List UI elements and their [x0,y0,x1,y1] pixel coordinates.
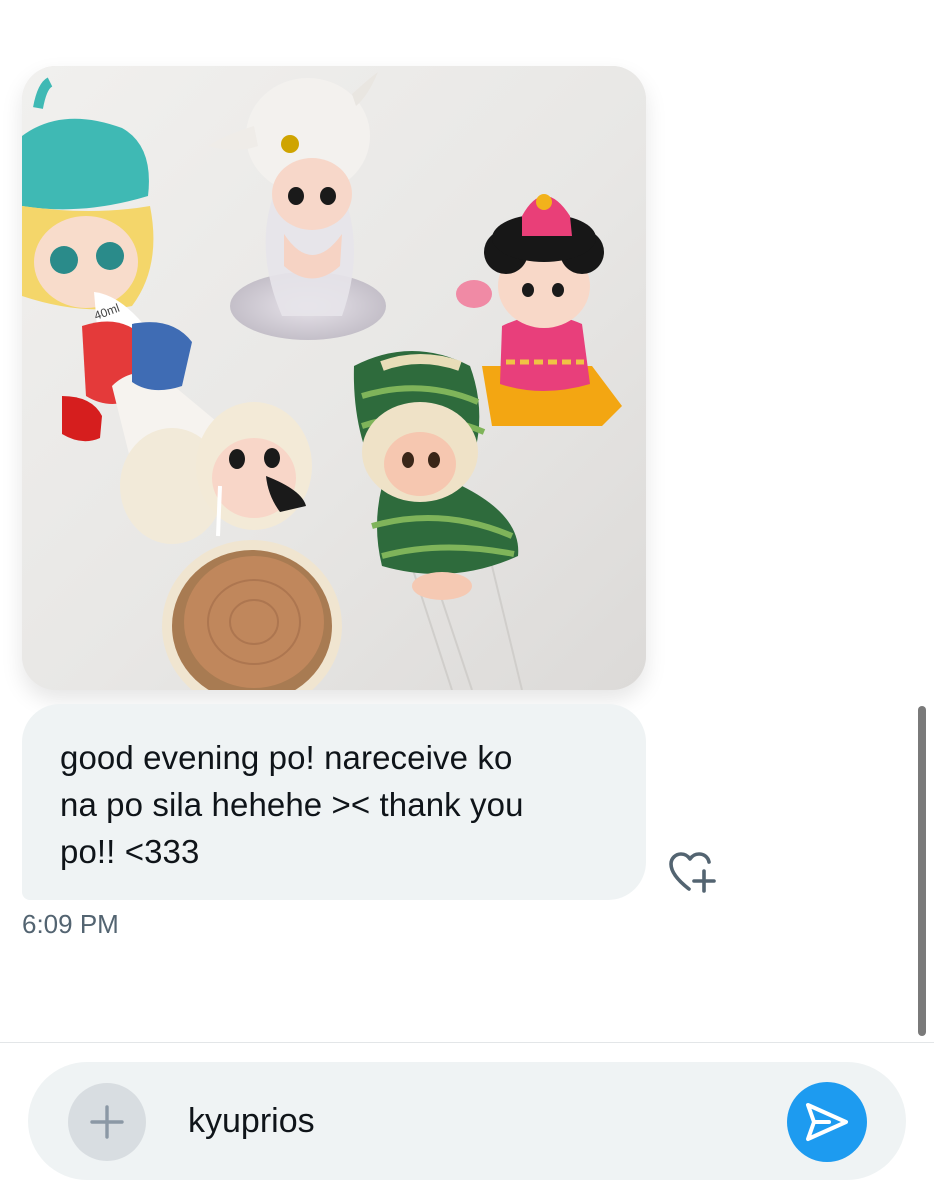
message-timestamp: 6:09 PM [22,909,119,939]
composer-divider [0,1042,934,1043]
message-line-3: po!! <333 [60,833,200,870]
plus-icon [90,1105,124,1139]
dm-conversation-screen: 40ml good evening po! nareceive ko na po… [0,0,934,1200]
send-button[interactable] [787,1082,867,1162]
scrollbar[interactable] [918,706,926,1036]
heart-plus-icon [669,852,716,893]
message-composer [28,1062,906,1180]
message-input[interactable] [188,1095,768,1147]
message-line-2: na po sila hehehe >< thank you [60,786,524,823]
add-reaction-button[interactable] [666,850,722,896]
message-thread[interactable]: 40ml good evening po! nareceive ko na po… [0,0,934,1042]
send-arrow-icon [806,1103,848,1141]
message-line-1: good evening po! nareceive ko [60,739,513,776]
toy-figures-photo: 40ml [22,66,646,690]
received-photo-message[interactable]: 40ml [22,66,646,690]
add-attachment-button[interactable] [68,1083,146,1161]
received-text-message[interactable]: good evening po! nareceive ko na po sila… [22,704,646,900]
